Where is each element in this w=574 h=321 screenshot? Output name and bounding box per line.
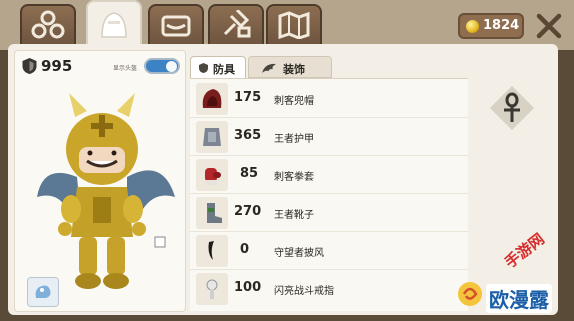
- top-tab-bar: 1824: [0, 0, 574, 50]
- item-value: 100: [234, 280, 262, 295]
- item-name: 闪亮战斗戒指: [274, 286, 334, 297]
- show-helmet-toggle[interactable]: [144, 58, 180, 74]
- close-icon[interactable]: [530, 7, 568, 45]
- ring-icon: [206, 279, 218, 299]
- pet-button[interactable]: [27, 277, 59, 307]
- character-preview: 995 显示头盔: [14, 50, 186, 312]
- coin-icon: [466, 20, 479, 33]
- item-value: 175: [234, 90, 262, 105]
- equipment-panel: 995 显示头盔 防具 装饰 175 刺客兜帽 365 王者护甲 85 刺客拳套…: [8, 44, 558, 315]
- item-slot: [196, 235, 228, 267]
- coin-value: 1824: [483, 18, 520, 33]
- watermark-line2: 欧漫露: [486, 284, 552, 313]
- ankh-icon: [490, 86, 534, 130]
- cape-icon: [208, 241, 214, 260]
- item-slot: [196, 159, 228, 191]
- toggle-knob: [166, 61, 177, 72]
- item-value: 85: [240, 166, 259, 181]
- equipment-list: 175 刺客兜帽 365 王者护甲 85 刺客拳套 270 王者靴子 0 守望者…: [190, 78, 468, 311]
- team-icon: [31, 10, 65, 39]
- equip-row[interactable]: 270 王者靴子: [190, 195, 468, 232]
- item-name: 刺客拳套: [274, 172, 314, 183]
- tab-craft[interactable]: [208, 4, 264, 46]
- equip-row[interactable]: 175 刺客兜帽: [190, 81, 468, 118]
- item-name: 王者靴子: [274, 210, 314, 221]
- item-value: 0: [240, 242, 250, 257]
- wing-icon: [262, 63, 276, 73]
- item-value: 270: [234, 204, 262, 219]
- item-slot: [196, 273, 228, 305]
- show-helmet-label: 显示头盔: [113, 65, 138, 72]
- character-avatar: [37, 93, 175, 289]
- subtab-decoration[interactable]: 装饰: [248, 56, 332, 78]
- extra-slot[interactable]: [474, 80, 552, 140]
- subtab-decoration-label: 装饰: [283, 63, 305, 76]
- shield-icon: [199, 63, 208, 73]
- tab-team[interactable]: [20, 4, 76, 46]
- defense-value: 995: [41, 57, 73, 75]
- item-value: 365: [234, 128, 262, 143]
- shield-icon: [22, 58, 37, 74]
- tab-helmet[interactable]: [86, 0, 142, 50]
- item-name: 王者护甲: [274, 134, 314, 145]
- equip-row[interactable]: 365 王者护甲: [190, 119, 468, 156]
- tab-chest[interactable]: [148, 4, 204, 46]
- item-slot: [196, 83, 228, 115]
- glove-icon: [205, 168, 221, 185]
- craft-icon: [223, 10, 251, 38]
- equip-row[interactable]: 85 刺客拳套: [190, 157, 468, 194]
- coin-counter: 1824: [458, 13, 524, 39]
- armor-icon: [203, 128, 221, 146]
- map-icon: [278, 11, 310, 39]
- subtab-armor[interactable]: 防具: [190, 56, 246, 78]
- item-name: 刺客兜帽: [274, 96, 314, 107]
- item-slot: [196, 121, 228, 153]
- equip-row[interactable]: 0 守望者披风: [190, 233, 468, 270]
- item-slot: [196, 197, 228, 229]
- pet-icon: [35, 285, 51, 298]
- helmet-icon: [101, 12, 127, 38]
- hood-icon: [202, 89, 222, 108]
- chest-icon: [161, 15, 191, 37]
- boot-icon: [207, 203, 222, 223]
- equip-row[interactable]: 100 闪亮战斗戒指: [190, 271, 468, 307]
- tab-map[interactable]: [266, 4, 322, 46]
- game-window: 1824 995 显示头盔 防具 装饰 175 刺客兜帽 365 王者护甲 85…: [0, 0, 574, 321]
- item-name: 守望者披风: [274, 248, 324, 259]
- swirl-logo: [458, 282, 482, 306]
- subtab-armor-label: 防具: [213, 63, 235, 76]
